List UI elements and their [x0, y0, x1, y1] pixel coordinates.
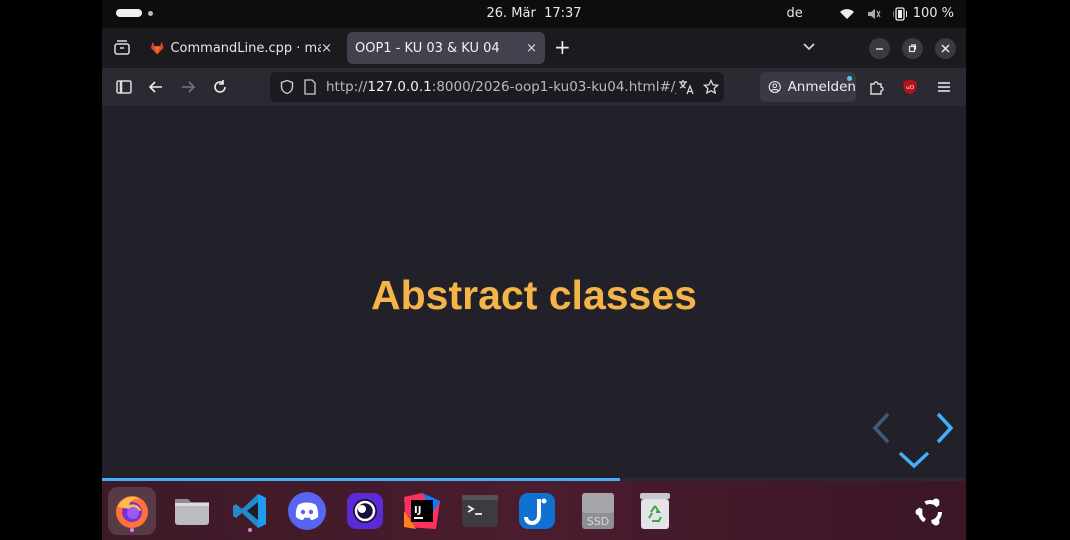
dock-app-vscode[interactable] — [226, 487, 274, 535]
hamburger-menu-icon[interactable] — [935, 78, 953, 96]
minimize-icon — [876, 48, 883, 50]
extensions-puzzle-icon[interactable] — [868, 78, 886, 96]
tab-title: OOP1 - KU 03 & KU 04 — [355, 40, 500, 56]
navigation-toolbar: http://127.0.0.1:8000/2026-oop1-ku03-ku0… — [102, 68, 966, 106]
dock-app-obs[interactable] — [341, 487, 389, 535]
dock-trash[interactable] — [631, 487, 679, 535]
ssd-drive-icon: SSD — [582, 493, 614, 529]
obs-icon — [347, 493, 383, 529]
intellij-label: IJ — [414, 505, 421, 516]
files-icon — [175, 499, 209, 525]
battery-label: 100 % — [912, 6, 954, 21]
speaker-muted-icon — [867, 8, 881, 19]
slide-nav-down-arrow-icon[interactable] — [897, 449, 931, 471]
ubuntu-icon — [915, 498, 942, 526]
url-host: 127.0.0.1 — [367, 79, 432, 95]
dock-ssd-drive[interactable]: SSD — [574, 487, 622, 535]
bookmark-star-icon[interactable] — [703, 79, 719, 95]
terminal-icon — [462, 495, 498, 527]
svg-text:uO: uO — [906, 85, 914, 91]
signin-label: Anmelden — [787, 79, 856, 95]
screen: 26. Mär 17:37 de 100 % CommandLine.cpp ·… — [102, 0, 966, 540]
close-icon — [941, 44, 950, 53]
dock: IJ SSD — [102, 481, 966, 540]
gitlab-icon — [150, 41, 164, 55]
vscode-icon — [233, 494, 266, 528]
ssd-label: SSD — [587, 515, 609, 528]
trash-icon — [640, 493, 670, 529]
firefox-icon — [116, 496, 148, 528]
keyboard-layout[interactable]: de — [786, 6, 802, 21]
back-arrow-icon[interactable] — [147, 78, 165, 96]
page-icon[interactable] — [303, 79, 317, 95]
running-indicator — [130, 528, 134, 532]
close-tab-icon[interactable]: × — [321, 41, 332, 56]
status-area[interactable]: de 100 % — [786, 6, 954, 21]
tab-oop1[interactable]: OOP1 - KU 03 & KU 04 × — [347, 32, 545, 64]
running-indicator — [248, 528, 252, 532]
wifi-icon — [839, 8, 854, 19]
dock-app-intellij[interactable]: IJ — [398, 487, 446, 535]
signin-button[interactable]: Anmelden — [760, 72, 856, 102]
slide-viewport: Abstract classes — [102, 106, 966, 478]
url-scheme: http:// — [326, 79, 368, 95]
slide-nav-right-arrow-icon[interactable] — [934, 411, 956, 445]
intellij-icon: IJ — [404, 493, 440, 529]
translate-icon[interactable] — [678, 79, 694, 95]
system-top-bar: 26. Mär 17:37 de 100 % — [102, 0, 966, 28]
dock-app-firefox[interactable] — [108, 487, 156, 535]
discord-icon — [288, 492, 326, 530]
list-all-tabs-chevron-down-icon[interactable] — [802, 40, 816, 54]
battery-icon — [892, 6, 907, 21]
dock-app-discord[interactable] — [283, 487, 331, 535]
dock-app-grid[interactable] — [906, 487, 954, 535]
ublock-origin-icon[interactable]: uO — [901, 78, 919, 96]
notification-dot — [847, 76, 852, 81]
dock-app-files[interactable] — [168, 487, 216, 535]
restore-icon — [908, 44, 917, 53]
url-bar[interactable]: http://127.0.0.1:8000/2026-oop1-ku03-ku0… — [270, 72, 724, 102]
new-tab-button[interactable]: + — [554, 36, 571, 58]
time-label: 17:37 — [544, 6, 582, 21]
url-text[interactable]: http://127.0.0.1:8000/2026-oop1-ku03-ku0… — [326, 79, 676, 95]
slide-nav-left-arrow-icon[interactable] — [870, 411, 892, 445]
joplin-icon — [519, 493, 555, 529]
close-tab-icon[interactable]: × — [526, 41, 537, 56]
dock-app-joplin[interactable] — [513, 487, 561, 535]
restore-button[interactable] — [902, 38, 923, 59]
minimize-button[interactable] — [869, 38, 890, 59]
tab-overview-icon[interactable] — [112, 38, 132, 58]
shield-icon[interactable] — [279, 79, 295, 95]
close-window-button[interactable] — [935, 38, 956, 59]
slide-title: Abstract classes — [371, 272, 697, 318]
sidebar-toggle-icon[interactable] — [115, 78, 133, 96]
dock-app-terminal[interactable] — [456, 487, 504, 535]
url-path: :8000/2026-oop1-ku03-ku04.html#/_ab — [431, 79, 676, 95]
tab-strip: CommandLine.cpp · main × OOP1 - KU 03 & … — [102, 28, 966, 68]
date-label: 26. Mär — [486, 6, 536, 21]
tab-commandline[interactable]: CommandLine.cpp · main × — [144, 32, 340, 64]
forward-arrow-icon[interactable] — [179, 78, 197, 96]
tab-title: CommandLine.cpp · main — [170, 40, 322, 56]
reload-icon[interactable] — [211, 78, 229, 96]
account-icon — [768, 80, 781, 94]
